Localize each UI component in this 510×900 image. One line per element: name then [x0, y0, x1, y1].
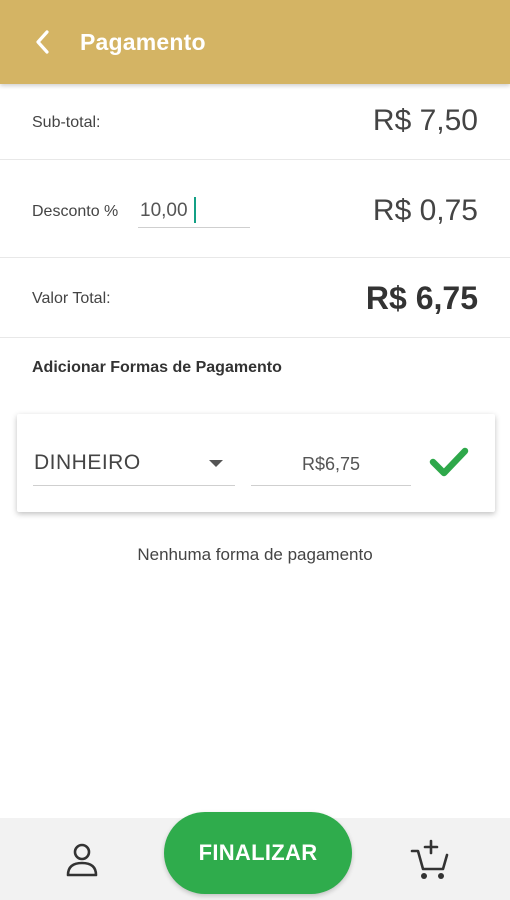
- add-to-cart-icon: [410, 839, 449, 879]
- subtotal-row: Sub-total: R$ 7,50: [0, 84, 510, 160]
- total-row: Valor Total: R$ 6,75: [0, 258, 510, 338]
- payment-method-selected: DINHEIRO: [34, 451, 141, 474]
- subtotal-label: Sub-total:: [32, 114, 101, 131]
- empty-payment-message: Nenhuma forma de pagamento: [137, 545, 373, 564]
- total-value: R$ 6,75: [365, 280, 478, 316]
- chevron-left-icon: [36, 30, 49, 54]
- customer-button[interactable]: [60, 838, 104, 882]
- person-icon: [66, 843, 98, 877]
- app-bar: Pagamento: [0, 0, 510, 84]
- page-title: Pagamento: [80, 28, 206, 55]
- dropdown-arrow-icon: [209, 460, 223, 467]
- payment-method-select[interactable]: DINHEIRO: [33, 444, 235, 486]
- subtotal-value: R$ 7,50: [372, 104, 478, 137]
- payment-method-card: DINHEIRO: [17, 414, 495, 512]
- discount-value: R$ 0,75: [372, 194, 478, 227]
- total-label: Valor Total:: [32, 290, 111, 307]
- back-button[interactable]: [18, 17, 68, 67]
- confirm-payment-button[interactable]: [425, 442, 473, 482]
- payment-section-title: Adicionar Formas de Pagamento: [32, 359, 282, 376]
- add-to-cart-button[interactable]: [408, 838, 452, 882]
- text-cursor: [194, 197, 196, 223]
- payment-amount-input[interactable]: [251, 444, 411, 486]
- discount-row: Desconto % R$ 0,75: [0, 160, 510, 258]
- finalize-button[interactable]: FINALIZAR: [164, 812, 352, 894]
- checkmark-icon: [429, 447, 469, 477]
- discount-label: Desconto %: [32, 203, 119, 220]
